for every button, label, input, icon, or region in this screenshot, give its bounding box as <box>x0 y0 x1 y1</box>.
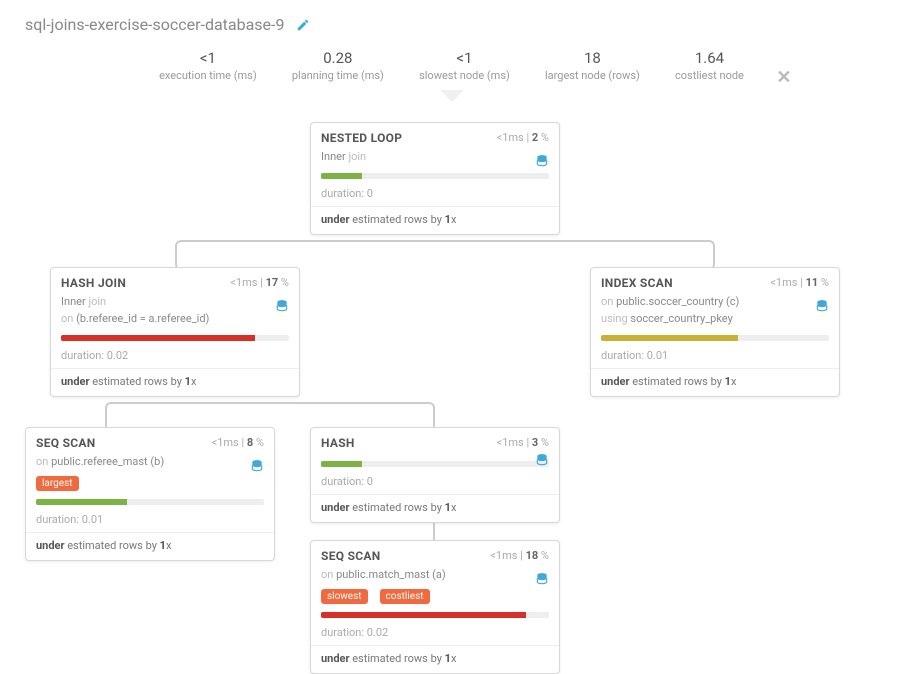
node-title: HASH <box>321 436 355 450</box>
node-subtitle: on public.soccer_country (c) <box>591 295 839 312</box>
database-icon[interactable] <box>275 298 289 313</box>
stat-planning: 0.28 planning time (ms) <box>277 49 399 82</box>
badge-costliest: costliest <box>380 589 430 604</box>
node-subtitle: Inner join <box>51 295 299 312</box>
database-icon[interactable] <box>535 452 549 467</box>
duration-label: duration: 0.02 <box>311 620 559 645</box>
pointer-icon <box>440 90 464 102</box>
node-meta: <1ms | 17 % <box>230 276 289 289</box>
stat-largest: 18 largest node (rows) <box>530 49 655 82</box>
node-meta: <1ms | 18 % <box>490 549 549 562</box>
estimate-label: under estimated rows by 1x <box>26 532 274 560</box>
node-meta: <1ms | 2 % <box>497 131 549 144</box>
node-seq-scan-a[interactable]: SEQ SCAN <1ms | 18 % on public.match_mas… <box>310 540 560 674</box>
node-index-scan[interactable]: INDEX SCAN <1ms | 11 % on public.soccer_… <box>590 267 840 397</box>
page-title: sql-joins-exercise-soccer-database-9 <box>25 15 284 34</box>
node-subtitle: Inner join <box>311 150 559 167</box>
node-meta: <1ms | 3 % <box>497 436 549 449</box>
estimate-label: under estimated rows by 1x <box>311 494 559 522</box>
node-meta: <1ms | 11 % <box>770 276 829 289</box>
connector <box>175 240 715 270</box>
estimate-label: under estimated rows by 1x <box>311 206 559 234</box>
stats-bar: <1 execution time (ms) 0.28 planning tim… <box>142 49 762 102</box>
estimate-label: under estimated rows by 1x <box>311 645 559 673</box>
node-title: SEQ SCAN <box>36 436 96 450</box>
node-seq-scan-b[interactable]: SEQ SCAN <1ms | 8 % on public.referee_ma… <box>25 427 275 561</box>
node-subtitle: on public.match_mast (a) <box>311 568 559 585</box>
database-icon[interactable] <box>535 571 549 586</box>
badge-largest: largest <box>36 476 79 491</box>
close-icon[interactable]: ✕ <box>776 67 791 88</box>
node-nested-loop[interactable]: NESTED LOOP <1ms | 2 % Inner join durati… <box>310 122 560 235</box>
duration-label: duration: 0 <box>311 469 559 494</box>
node-meta: <1ms | 8 % <box>212 436 264 449</box>
node-hash[interactable]: HASH <1ms | 3 % duration: 0 under estima… <box>310 427 560 523</box>
estimate-label: under estimated rows by 1x <box>51 368 299 396</box>
stat-execution: <1 execution time (ms) <box>144 49 272 82</box>
node-subtitle2: using soccer_country_pkey <box>591 312 839 329</box>
duration-label: duration: 0.01 <box>591 343 839 368</box>
database-icon[interactable] <box>815 298 829 313</box>
edit-icon[interactable] <box>296 17 310 32</box>
node-title: NESTED LOOP <box>321 131 402 145</box>
node-subtitle: on public.referee_mast (b) <box>26 455 274 472</box>
duration-label: duration: 0.01 <box>26 507 274 532</box>
database-icon[interactable] <box>250 458 264 473</box>
database-icon[interactable] <box>535 153 549 168</box>
node-title: SEQ SCAN <box>321 549 381 563</box>
duration-label: duration: 0 <box>311 181 559 206</box>
estimate-label: under estimated rows by 1x <box>591 368 839 396</box>
plan-tree: NESTED LOOP <1ms | 2 % Inner join durati… <box>15 122 888 662</box>
stat-costliest: 1.64 costliest node <box>660 49 759 82</box>
node-title: INDEX SCAN <box>601 276 673 290</box>
node-title: HASH JOIN <box>61 276 126 290</box>
node-hash-join[interactable]: HASH JOIN <1ms | 17 % Inner join on (b.r… <box>50 267 300 397</box>
badge-slowest: slowest <box>321 589 368 604</box>
connector <box>433 522 435 542</box>
page-header: sql-joins-exercise-soccer-database-9 <box>15 10 888 49</box>
stat-slowest: <1 slowest node (ms) <box>404 49 525 82</box>
duration-label: duration: 0.02 <box>51 343 299 368</box>
node-subtitle2: on (b.referee_id = a.referee_id) <box>51 312 299 329</box>
